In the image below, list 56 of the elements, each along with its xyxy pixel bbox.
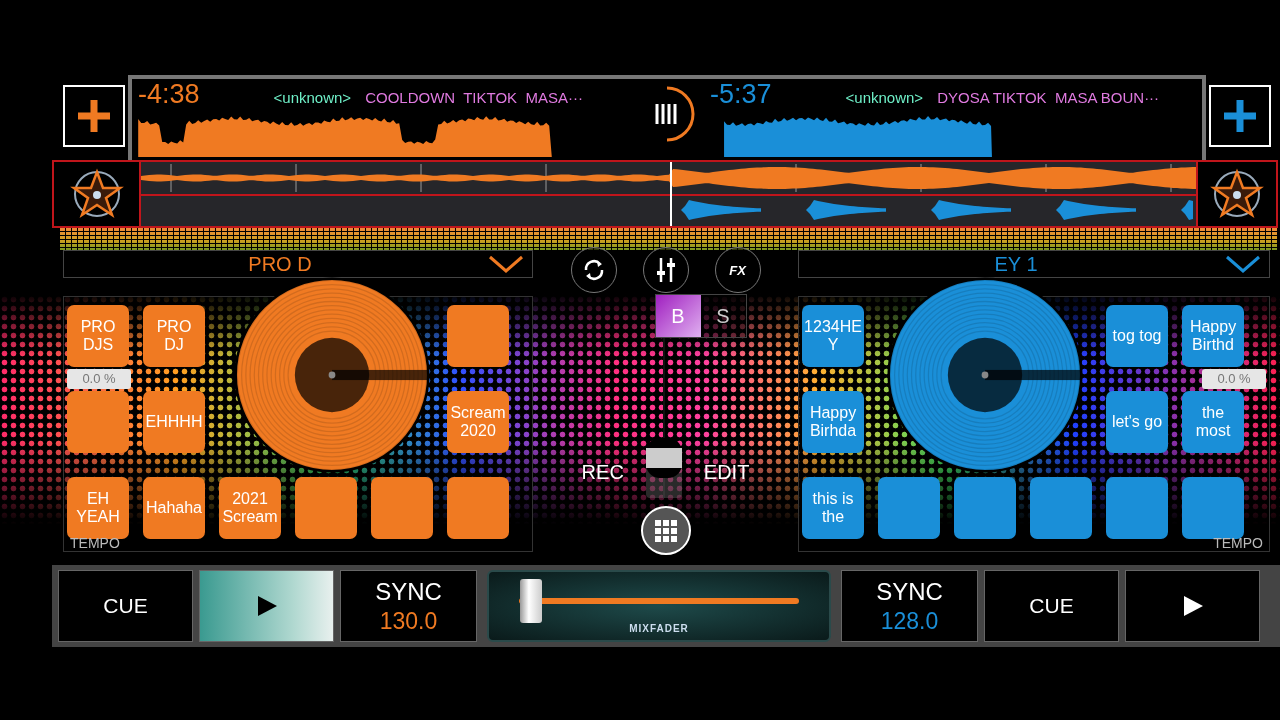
- sample-pad[interactable]: the most: [1182, 391, 1244, 453]
- play-button[interactable]: [1125, 570, 1260, 642]
- sample-pad[interactable]: let's go: [1106, 391, 1168, 453]
- bpm-reading: 130.0: [379, 607, 438, 635]
- track-title: DYOSA TIKTOK MASA BOUN···: [937, 89, 1160, 106]
- chevron-down-icon[interactable]: [1225, 254, 1261, 274]
- tempo-reading: 0.0 %: [67, 369, 131, 389]
- sample-pad[interactable]: 1234HEY: [802, 305, 864, 367]
- sample-pad[interactable]: 2021 Scream: [219, 477, 281, 539]
- sample-pad[interactable]: this is the: [802, 477, 864, 539]
- tempo-reading: 0.0 %: [1202, 369, 1266, 389]
- deck-title: PRO D: [247, 252, 313, 276]
- sample-pad[interactable]: EH YEAH: [67, 477, 129, 539]
- chevron-down-icon[interactable]: [488, 254, 524, 274]
- add-track-button[interactable]: [1209, 85, 1271, 147]
- mixfader-label: MIXFADER: [629, 622, 689, 634]
- plus-icon: [76, 98, 112, 134]
- sample-pad[interactable]: tog tog: [1106, 305, 1168, 367]
- cue-button[interactable]: CUE: [984, 570, 1119, 642]
- fader-thumb[interactable]: [645, 438, 682, 479]
- play-icon: [255, 595, 278, 617]
- sample-pad[interactable]: PRO DJ: [143, 305, 205, 367]
- turntable-platter[interactable]: [234, 277, 430, 473]
- bank-tab[interactable]: B: [655, 295, 701, 337]
- sync-button[interactable]: SYNC: [375, 577, 442, 606]
- sample-pad[interactable]: PRO DJS: [67, 305, 129, 367]
- play-icon: [1181, 595, 1204, 617]
- play-button[interactable]: [199, 570, 334, 642]
- sample-pad[interactable]: EHHHH: [143, 391, 205, 453]
- record-button[interactable]: REC: [581, 461, 624, 499]
- sample-pad[interactable]: Happy Birthd: [1182, 305, 1244, 367]
- fx-button[interactable]: FX: [714, 247, 761, 293]
- grid-icon: [654, 519, 677, 542]
- track-title: COOLDOWN TIKTOK MASA···: [365, 89, 583, 106]
- sync-button[interactable]: SYNC: [876, 577, 943, 606]
- turntable-platter[interactable]: [887, 277, 1083, 473]
- mixer-button[interactable]: [642, 247, 689, 293]
- deck-title: EY 1: [993, 252, 1039, 276]
- remaining-time: -5:37: [710, 79, 772, 110]
- sample-pad[interactable]: Scream 2020: [447, 391, 509, 453]
- sample-pad[interactable]: Hahaha: [143, 477, 205, 539]
- channel-fader[interactable]: [645, 338, 682, 499]
- edit-button[interactable]: EDIT: [703, 461, 750, 499]
- loop-button[interactable]: [570, 247, 617, 293]
- remaining-time: -4:38: [138, 79, 200, 110]
- track-artist: <unknown>: [845, 89, 924, 106]
- track-artist: <unknown>: [273, 89, 352, 106]
- pad-grid-button[interactable]: [640, 506, 691, 555]
- tempo-label: TEMPO: [1213, 535, 1263, 551]
- plus-icon: [1222, 98, 1258, 134]
- crossfader-thumb[interactable]: [520, 578, 543, 623]
- add-track-button[interactable]: [63, 85, 125, 147]
- sample-pad[interactable]: Happy Birhda: [802, 391, 864, 453]
- bpm-reading: 128.0: [880, 607, 939, 635]
- bank-tab[interactable]: S: [700, 295, 746, 337]
- cue-button[interactable]: CUE: [58, 570, 193, 642]
